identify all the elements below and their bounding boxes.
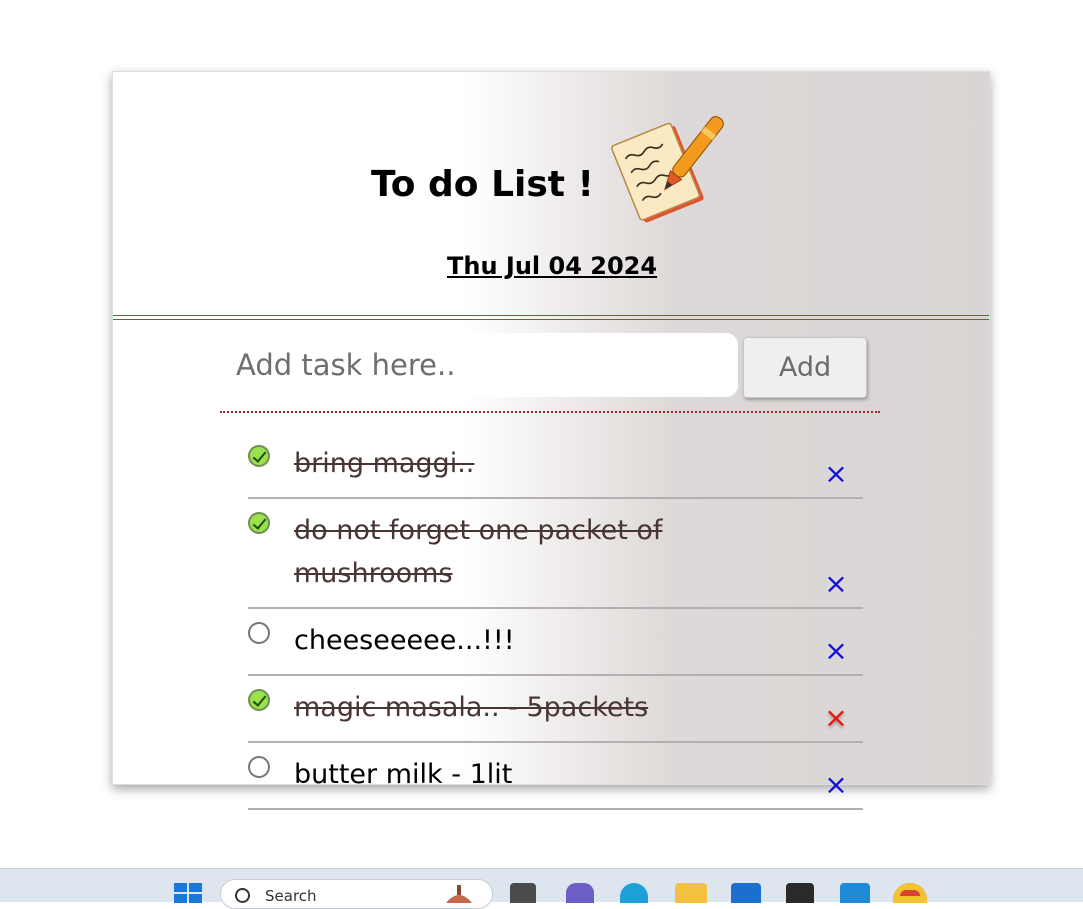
delete-task-icon[interactable]: × bbox=[824, 701, 848, 734]
windows-taskbar: Search bbox=[0, 868, 1083, 909]
task-text: do not forget one packet of mushrooms bbox=[294, 515, 663, 589]
header-divider bbox=[113, 315, 989, 316]
notion-icon[interactable] bbox=[786, 883, 814, 903]
task-text: butter milk - 1lit bbox=[294, 759, 513, 790]
task-text: magic masala.. - 5packets bbox=[294, 692, 649, 723]
delete-task-icon[interactable]: × bbox=[824, 457, 848, 490]
input-divider bbox=[220, 411, 880, 413]
delete-task-icon[interactable]: × bbox=[824, 768, 848, 801]
current-date: Thu Jul 04 2024 bbox=[447, 252, 658, 280]
checked-circle-icon[interactable] bbox=[248, 512, 270, 534]
search-highlight-icon bbox=[446, 885, 472, 903]
checked-circle-icon[interactable] bbox=[248, 445, 270, 467]
task-list: bring maggi.. × do not forget one packet… bbox=[248, 432, 863, 810]
checked-circle-icon[interactable] bbox=[248, 689, 270, 711]
app-title: To do List ! bbox=[371, 164, 594, 205]
vscode-icon[interactable] bbox=[840, 883, 870, 903]
unchecked-circle-icon[interactable] bbox=[248, 622, 270, 644]
file-explorer-icon[interactable] bbox=[675, 883, 707, 903]
mail-icon[interactable] bbox=[731, 883, 761, 903]
todo-card: To do List ! Thu Jul 04 2024 Add bring m… bbox=[112, 71, 990, 810]
task-item[interactable]: do not forget one packet of mushrooms × bbox=[248, 499, 863, 609]
task-item[interactable]: magic masala.. - 5packets × bbox=[248, 676, 863, 743]
task-view-icon[interactable] bbox=[510, 883, 536, 903]
task-item[interactable]: cheeseeeee...!!! × bbox=[248, 609, 863, 676]
notepad-pen-icon bbox=[611, 115, 724, 223]
delete-task-icon[interactable]: × bbox=[824, 634, 848, 667]
unchecked-circle-icon[interactable] bbox=[248, 756, 270, 778]
task-input[interactable] bbox=[220, 333, 738, 397]
search-label: Search bbox=[265, 887, 317, 905]
teams-icon[interactable] bbox=[566, 883, 594, 903]
delete-task-icon[interactable]: × bbox=[824, 567, 848, 600]
chrome-icon[interactable] bbox=[893, 883, 927, 903]
taskbar-search-box[interactable]: Search bbox=[220, 879, 493, 909]
task-text: cheeseeeee...!!! bbox=[294, 625, 515, 656]
task-item[interactable]: butter milk - 1lit × bbox=[248, 743, 863, 810]
windows-start-icon[interactable] bbox=[174, 883, 202, 903]
add-task-button[interactable]: Add bbox=[743, 337, 867, 398]
task-text: bring maggi.. bbox=[294, 448, 475, 479]
task-item[interactable]: bring maggi.. × bbox=[248, 432, 863, 499]
edge-icon[interactable] bbox=[620, 883, 648, 903]
header-divider-secondary bbox=[113, 319, 989, 320]
